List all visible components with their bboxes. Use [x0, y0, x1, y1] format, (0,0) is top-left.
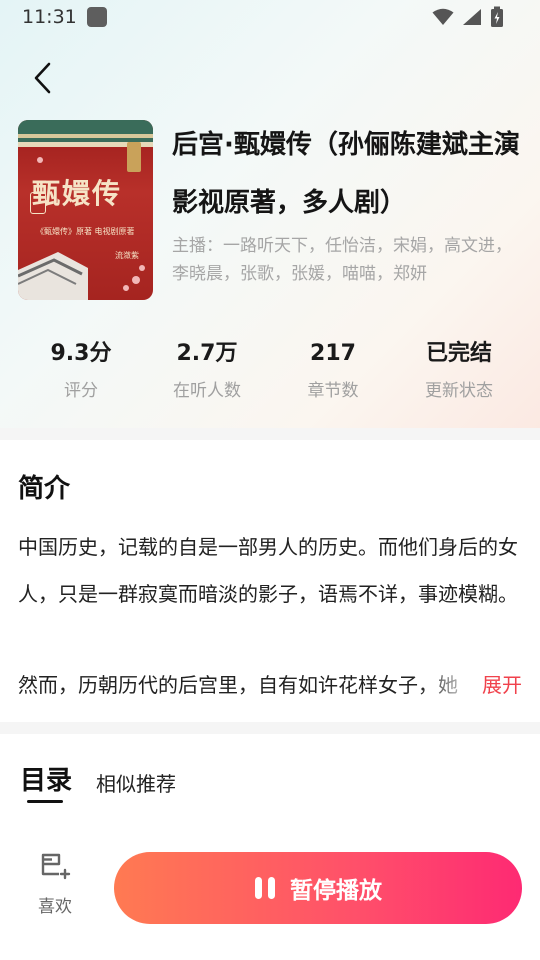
status-bar: 11:31 — [0, 0, 540, 34]
book-title: 后宫·甄嬛传（孙俪陈建斌主演影视原著，多人剧） — [172, 130, 520, 218]
back-button[interactable] — [24, 58, 60, 98]
wifi-icon — [432, 8, 454, 25]
pause-play-button[interactable]: 暂停播放 — [114, 852, 522, 924]
cover-author: 流潋紫 — [115, 251, 139, 260]
cover-tag — [127, 142, 141, 172]
cover-subtitle: 《甄嬛传》原著 电视剧原著 — [36, 227, 135, 236]
stat-listeners: 2.7万 在听人数 — [173, 341, 241, 401]
section-divider — [0, 428, 540, 440]
stat-chapters: 217 章节数 — [307, 341, 359, 401]
tab-active-indicator — [27, 800, 63, 803]
like-label: 喜欢 — [38, 897, 72, 917]
pause-icon — [255, 877, 275, 899]
add-to-favorites-icon — [41, 853, 71, 880]
expand-button[interactable]: 展开 — [480, 662, 522, 709]
back-arrow-icon — [34, 62, 51, 94]
intro-paragraph-1: 中国历史，记载的自是一部男人的历史。而他们身后的女人，只是一群寂寞而暗淡的影子，… — [18, 535, 518, 606]
section-divider — [0, 722, 540, 734]
signal-icon — [463, 9, 481, 25]
tab-catalog[interactable]: 目录 — [20, 760, 72, 797]
stats-row: 9.3分 评分 2.7万 在听人数 217 章节数 已完结 更新状态 — [0, 338, 540, 408]
stat-update-status: 已完结 更新状态 — [425, 341, 493, 401]
like-button[interactable]: 喜欢 — [26, 852, 84, 924]
stat-rating: 9.3分 评分 — [50, 341, 112, 401]
status-time: 11:31 — [22, 6, 77, 28]
tab-similar[interactable]: 相似推荐 — [96, 768, 176, 797]
play-label: 暂停播放 — [290, 878, 382, 904]
anchor-list: 主播：一路听天下，任怡洁，宋娟，高文进，李晓晨，张歌，张媛，喵喵，郑妍 — [172, 236, 512, 284]
cover-title: 甄嬛传 — [32, 177, 123, 210]
notification-icon — [86, 7, 107, 27]
book-cover[interactable]: 甄嬛传 《甄嬛传》原著 电视剧原著 流潋紫 — [18, 120, 153, 300]
battery-icon — [491, 6, 503, 27]
intro-heading: 简介 — [18, 474, 71, 504]
intro-fade — [420, 662, 480, 709]
